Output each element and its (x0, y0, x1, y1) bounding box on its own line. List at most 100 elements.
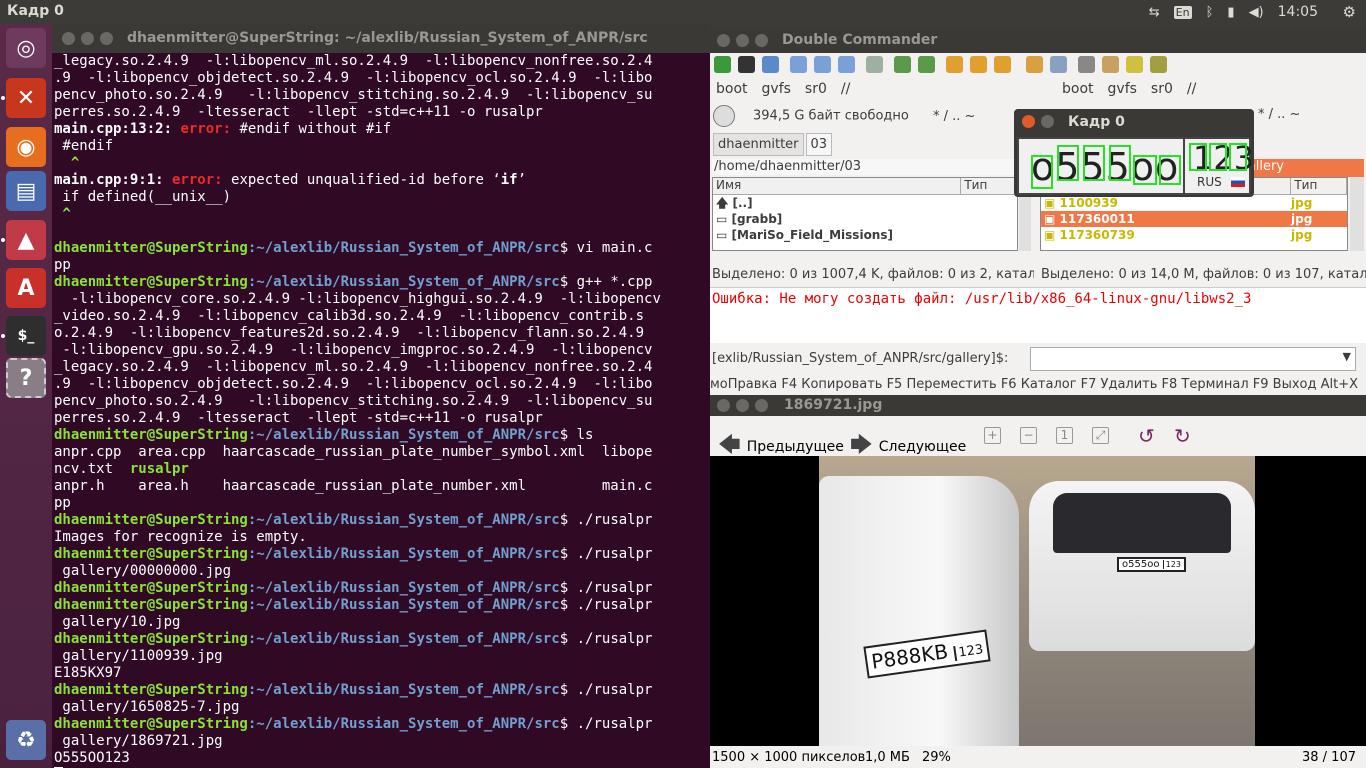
minimize-icon[interactable] (736, 34, 749, 47)
full-view-icon[interactable] (814, 56, 831, 73)
drive-boot[interactable]: boot (716, 81, 748, 97)
compare-icon[interactable] (866, 56, 883, 73)
table-row-selected[interactable]: ▣ 117360011 jpg (1041, 211, 1347, 227)
left-file-panel[interactable]: Имя Тип 🡅 [..] ▭ [grabb] ▭ [MariSo_Field… (712, 177, 1018, 251)
frame-popup-window[interactable]: Кадр 0 o555oo 123 RUS (1014, 109, 1254, 197)
network-icon[interactable]: ⇆ (1149, 5, 1160, 20)
photo-plate-right: o555oo 123 (1117, 557, 1186, 572)
clock[interactable]: 14:05 (1278, 4, 1318, 20)
maximize-icon[interactable] (755, 399, 768, 412)
list-item[interactable]: ▭ [grabb] (713, 211, 1017, 227)
tab-dhaenmitter[interactable]: dhaenmitter (713, 133, 804, 156)
chevron-down-icon[interactable]: ▼ (1343, 350, 1351, 363)
table-row[interactable]: ▣ 1100939 jpg (1041, 195, 1347, 211)
dc-titlebar[interactable]: Double Commander (710, 29, 1366, 53)
right-path-shortcuts[interactable]: * / .. ~ (1258, 107, 1300, 122)
minimize-icon[interactable] (1041, 115, 1054, 128)
close-icon[interactable] (717, 34, 730, 47)
keyboard-layout-indicator[interactable]: En (1173, 5, 1192, 19)
free-space-bar: 394,5 G байт свободно * / .. ~ (713, 105, 975, 127)
software-center-icon[interactable]: A (6, 268, 46, 308)
unpack-icon[interactable] (1050, 56, 1067, 73)
image-viewer-icon[interactable]: ▲ (6, 220, 46, 260)
firefox-icon[interactable]: ◉ (6, 127, 46, 167)
zoom-fit-icon[interactable]: ⤢ (1092, 427, 1109, 444)
disk-icon[interactable] (713, 105, 735, 127)
ubuntu-dash-icon[interactable]: ◎ (6, 28, 46, 68)
right-drive-bar: boot gvfs sr0 // (1062, 79, 1210, 99)
thumbnail-view-icon[interactable] (838, 56, 855, 73)
drive-sr0[interactable]: sr0 (1151, 81, 1173, 97)
list-item[interactable]: ▭ [MariSo_Field_Missions] (713, 227, 1017, 243)
command-prompt-label: [exlib/Russian_System_of_ANPR/src/galler… (712, 351, 1009, 366)
right-scrollbar[interactable] (1350, 177, 1364, 251)
rotate-left-icon[interactable]: ↺ (1138, 424, 1155, 448)
terminal-icon[interactable]: $_ (6, 316, 46, 356)
command-input[interactable]: ▼ (1030, 347, 1356, 371)
maximize-icon[interactable] (755, 34, 768, 47)
volume-icon[interactable]: ◀) (1249, 5, 1264, 20)
copy-full-icon[interactable] (994, 56, 1011, 73)
save-icon[interactable] (1150, 56, 1167, 73)
battery-icon[interactable]: ▮ (1227, 5, 1234, 20)
drive-network[interactable]: // (1187, 81, 1196, 97)
search-icon[interactable] (1078, 56, 1095, 73)
detection-box (1057, 145, 1079, 181)
terminal-output[interactable]: _legacy.so.2.4.9 -l:libopencv_ml.so.2.4.… (54, 53, 710, 768)
list-item[interactable]: 🡅 [..] (713, 195, 1017, 211)
image-filesize: 1,0 МБ (865, 750, 910, 765)
left-path[interactable]: /home/dhaenmitter/03 (712, 159, 1018, 175)
viewer-statusbar: 1500 × 1000 пикселов 1,0 МБ 29% 38 / 107 (710, 746, 1366, 768)
pack-icon[interactable] (1026, 56, 1043, 73)
zoom-in-icon[interactable]: + (984, 427, 1001, 444)
rotate-right-icon[interactable]: ↻ (1174, 424, 1191, 448)
tab-03[interactable]: 03 (805, 133, 833, 156)
terminal-window[interactable]: dhaenmitter@SuperString: ~/alexlib/Russi… (52, 24, 710, 768)
mercedes-car: o555oo 123 (1029, 481, 1255, 651)
viewer-titlebar[interactable]: 1869721.jpg (710, 395, 1366, 416)
close-icon[interactable] (717, 399, 730, 412)
close-icon[interactable] (1022, 115, 1035, 128)
drive-gvfs[interactable]: gvfs (762, 81, 791, 97)
zoom-out-icon[interactable]: − (1020, 427, 1037, 444)
gear-icon[interactable]: ⚙ (1343, 3, 1356, 21)
terminal-titlebar[interactable]: dhaenmitter@SuperString: ~/alexlib/Russi… (52, 24, 710, 53)
up-arrow-icon: 🡅 (716, 196, 733, 210)
options-icon[interactable] (762, 56, 779, 73)
trash-icon[interactable]: ♻ (6, 720, 46, 760)
function-key-bar[interactable]: моПравка F4 Копировать F5 Переместить F6… (710, 377, 1366, 392)
writer-icon[interactable]: ▤ (6, 171, 46, 211)
multirename-icon[interactable] (1102, 56, 1119, 73)
column-type[interactable]: Тип (1291, 178, 1347, 194)
copy-name-icon[interactable] (946, 56, 963, 73)
sync-left-icon[interactable] (894, 56, 911, 73)
drive-gvfs[interactable]: gvfs (1108, 81, 1137, 97)
path-shortcuts[interactable]: * / .. ~ (933, 109, 975, 124)
minimize-icon[interactable] (81, 32, 94, 45)
refresh-icon[interactable] (714, 56, 731, 73)
zoom-1to1-icon[interactable]: 1 (1056, 427, 1073, 444)
terminal-icon[interactable] (738, 56, 755, 73)
maximize-icon[interactable] (100, 32, 113, 45)
drive-boot[interactable]: boot (1062, 81, 1094, 97)
left-tabs: dhaenmitter 03 (713, 133, 834, 156)
double-commander-icon[interactable]: ✕ (6, 78, 46, 118)
column-name[interactable]: Имя (713, 178, 962, 194)
table-row[interactable]: ▣ 117360739 jpg (1041, 227, 1347, 243)
column-type[interactable]: Тип (961, 178, 1017, 194)
bluetooth-icon[interactable]: ᛒ (1206, 5, 1214, 20)
close-icon[interactable] (62, 32, 75, 45)
drive-network[interactable]: // (841, 81, 850, 97)
folder-icon: ▭ (716, 228, 732, 242)
minimize-icon[interactable] (736, 399, 749, 412)
edit-icon[interactable] (1126, 56, 1143, 73)
drive-sr0[interactable]: sr0 (805, 81, 827, 97)
double-commander-window[interactable]: Double Commander boot gvfs sr0 // boot g… (710, 29, 1366, 395)
detection-box (1229, 143, 1247, 171)
sync-right-icon[interactable] (918, 56, 935, 73)
help-icon[interactable]: ? (6, 358, 46, 398)
copy-path-icon[interactable] (970, 56, 987, 73)
image-viewer-window[interactable]: 1869721.jpg 🡄 Предыдущее 🡆 Следующее + − 1… (710, 395, 1366, 768)
brief-view-icon[interactable] (790, 56, 807, 73)
photo-canvas[interactable]: o555oo 123 P888KB 123 (710, 456, 1366, 746)
